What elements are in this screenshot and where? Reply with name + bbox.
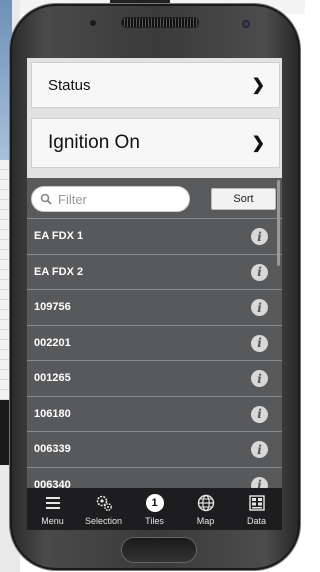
filter-placeholder: Filter (58, 191, 87, 207)
info-icon[interactable]: i (251, 405, 268, 423)
list-item[interactable]: EA FDX 2 i (27, 253, 282, 289)
list-item[interactable]: 001265 i (27, 360, 282, 396)
tab-label: Data (246, 516, 266, 526)
vehicle-list: EA FDX 1 i EA FDX 2 i 109756 i 002201 i … (27, 218, 282, 502)
sort-button[interactable]: Sort (211, 188, 276, 210)
home-button[interactable] (122, 538, 196, 562)
list-item-label: 002201 (34, 336, 71, 349)
header-area: Status ❯ Ignition On ❯ (27, 58, 282, 178)
list-item-label: EA FDX 1 (34, 230, 84, 243)
gears-icon (96, 495, 112, 511)
scrollbar[interactable] (277, 180, 280, 266)
chevron-right-icon: ❯ (251, 77, 265, 94)
info-icon[interactable]: i (251, 370, 268, 387)
app-screen: Status ❯ Ignition On ❯ Filter Sort EA FD… (27, 58, 282, 530)
tab-tiles[interactable]: 1 Tiles (129, 488, 180, 530)
list-item-label: 006339 (34, 443, 71, 456)
speaker-grille (122, 18, 198, 27)
info-icon[interactable]: i (251, 228, 268, 245)
list-item-label: 001265 (34, 372, 71, 385)
tab-bar: Menu Selection 1 Tiles Map Data (27, 488, 282, 530)
tab-menu[interactable]: Menu (27, 488, 78, 530)
status-label: Status (48, 76, 91, 94)
search-bar: Filter Sort (27, 178, 282, 218)
tab-map[interactable]: Map (180, 488, 231, 530)
count-badge: 1 (145, 494, 164, 512)
list-item[interactable]: EA FDX 1 i (27, 218, 282, 254)
status-row[interactable]: Status ❯ (31, 62, 280, 108)
info-icon[interactable]: i (251, 299, 268, 316)
info-icon[interactable]: i (251, 334, 268, 352)
list-item[interactable]: 106180 i (27, 395, 282, 431)
globe-icon (197, 494, 214, 512)
info-icon[interactable]: i (251, 263, 268, 281)
front-camera (242, 20, 250, 28)
menu-icon (45, 497, 60, 509)
list-item[interactable]: 002201 i (27, 324, 282, 360)
filter-input[interactable]: Filter (31, 186, 190, 212)
tab-selection[interactable]: Selection (78, 488, 129, 530)
ignition-row[interactable]: Ignition On ❯ (31, 118, 280, 168)
search-icon (40, 193, 52, 205)
list-item-label: 106180 (34, 407, 71, 420)
list-item[interactable]: 109756 i (27, 289, 282, 325)
info-icon[interactable]: i (251, 441, 268, 458)
tab-label: Tiles (145, 516, 164, 526)
list-item-label: EA FDX 2 (34, 265, 84, 278)
tab-data[interactable]: Data (231, 488, 282, 530)
list-item-label: 109756 (34, 301, 71, 314)
list-item[interactable]: 006339 i (27, 431, 282, 467)
tab-label: Selection (84, 516, 123, 526)
tab-label: Menu (41, 516, 64, 526)
tab-label: Map (196, 516, 215, 526)
data-icon (248, 495, 265, 511)
chevron-right-icon: ❯ (251, 135, 265, 152)
ignition-label: Ignition On (48, 132, 140, 153)
proximity-sensor (90, 20, 96, 26)
